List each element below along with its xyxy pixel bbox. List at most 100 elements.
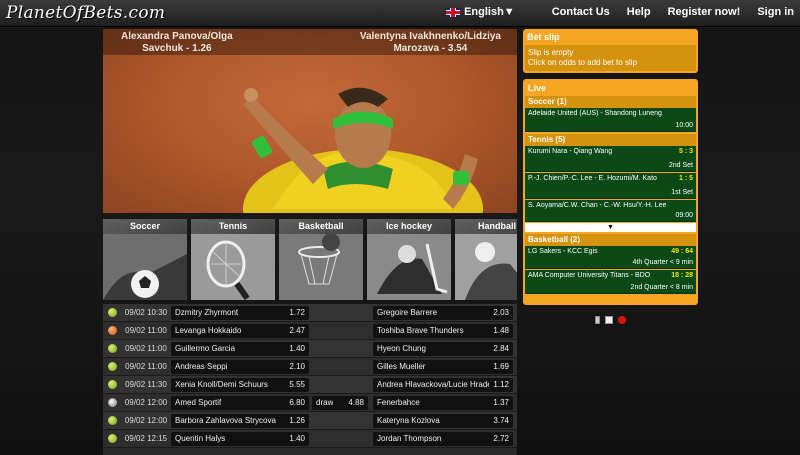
basketball-hoop-icon (279, 234, 363, 300)
sport-tile-soccer[interactable]: Soccer (103, 219, 187, 300)
table-row: 09/02 11:00 Guillermo Garcia 1.40 Hyeon C… (103, 340, 517, 358)
away-odds-button[interactable]: Gilles Mueller 1.69 (373, 360, 513, 374)
chevron-down-icon: ▼ (503, 6, 515, 18)
tennis-ball-icon (108, 344, 117, 353)
away-odds-button[interactable]: Gregoire Barrere 2.03 (373, 306, 513, 320)
table-row: 09/02 10:30 Dzmitry Zhyrmont 1.72 Gregoir… (103, 304, 517, 322)
featured-match-banner[interactable]: Alexandra Panova/Olga Savchuk - 1.26 Val… (103, 29, 517, 213)
handball-icon (455, 234, 517, 300)
away-odds: 3.74 (493, 416, 509, 425)
sport-tile-label: Handball (455, 219, 517, 234)
register-link[interactable]: Register now! (668, 6, 741, 18)
sport-tile-basketball[interactable]: Basketball (279, 219, 363, 300)
live-event-name: P.-J. Chien/P.-C. Lee - E. Hozumi/M. Kat… (528, 175, 657, 182)
live-event-time: 10:00 (675, 122, 693, 129)
away-odds: 1.12 (493, 380, 509, 389)
tennis-ball-icon (108, 380, 117, 389)
away-odds-button[interactable]: Andrea Hlavackova/Lucie Hradecka 1.12 (373, 378, 513, 392)
tennis-player-image (243, 87, 483, 213)
events-list: 09/02 10:30 Dzmitry Zhyrmont 1.72 Gregoir… (103, 304, 517, 455)
away-name: Hyeon Chung (377, 344, 426, 353)
away-name: Gregoire Barrere (377, 308, 438, 317)
table-row: 09/02 12:15 Quentin Halys 1.40 Jordan Tho… (103, 430, 517, 448)
home-odds: 2.10 (289, 362, 305, 371)
home-team-odds-value: Savchuk - 1.26 (142, 43, 212, 54)
live-events-panel: Live Soccer (1) Adelaide United (AUS) - … (523, 79, 698, 305)
device-icons (595, 316, 631, 324)
away-odds-button[interactable]: Jordan Thompson 2.72 (373, 432, 513, 446)
live-event-row[interactable]: P.-J. Chien/P.-C. Lee - E. Hozumi/M. Kat… (525, 173, 696, 199)
home-odds-button[interactable]: Levanga Hokkaido 2.47 (171, 324, 309, 338)
bet-slip-title: Bet slip (527, 32, 560, 42)
tablet-icon[interactable] (605, 316, 613, 324)
home-name: Xenia Knoll/Demi Schuurs (175, 380, 268, 389)
bet-slip-body: Slip is empty Click on odds to add bet t… (525, 45, 696, 71)
away-name: Gilles Mueller (377, 362, 426, 371)
sport-categories: Soccer Tennis Basketball Ice hockey Hand… (103, 219, 517, 300)
tennis-racket-icon (191, 234, 275, 300)
away-odds-button[interactable]: Hyeon Chung 2.84 (373, 342, 513, 356)
language-selector[interactable]: English ▼ (446, 6, 515, 18)
sport-tile-handball[interactable]: Handball (455, 219, 517, 300)
away-odds-button[interactable]: Toshiba Brave Thunders 1.48 (373, 324, 513, 338)
home-odds-button[interactable]: Barbora Zahlavova Strycova 1.26 (171, 414, 309, 428)
bet-slip-empty-text: Slip is empty (528, 48, 574, 57)
away-name: Kateryna Kozlova (377, 416, 440, 425)
site-logo[interactable]: PlanetOfBets.com (6, 3, 165, 23)
hero-caption: Alexandra Panova/Olga Savchuk - 1.26 Val… (103, 29, 517, 55)
away-odds: 1.48 (493, 326, 509, 335)
away-team-name: Valentyna Ivakhnenko/Lidziya (359, 31, 501, 42)
show-more-arrow-icon[interactable]: ▼ (525, 223, 696, 232)
table-row: 09/02 12:00 Barbora Zahlavova Strycova 1.… (103, 412, 517, 430)
home-odds-button[interactable]: Andreas Seppi 2.10 (171, 360, 309, 374)
sign-in-link[interactable]: Sign in (757, 6, 794, 18)
event-date: 09/02 11:30 (125, 380, 167, 389)
draw-odds-button[interactable]: draw 4.88 (312, 396, 368, 410)
record-icon[interactable] (618, 316, 626, 324)
away-odds-button[interactable]: Fenerbahce 1.37 (373, 396, 513, 410)
home-odds-button[interactable]: Dzmitry Zhyrmont 1.72 (171, 306, 309, 320)
tennis-ball-icon (108, 416, 117, 425)
home-name: Quentin Halys (175, 434, 226, 443)
home-odds-button[interactable]: Xenia Knoll/Demi Schuurs 5.55 (171, 378, 309, 392)
table-row: 09/02 12:00 Amed Sportif 6.80 draw 4.88 Fe… (103, 394, 517, 412)
home-odds-button[interactable]: Amed Sportif 6.80 (171, 396, 309, 410)
tennis-ball-icon (108, 434, 117, 443)
live-event-time: 09:00 (675, 212, 693, 219)
mobile-icon[interactable] (595, 316, 600, 324)
live-event-row[interactable]: Adelaide United (AUS) - Shandong Luneng … (525, 108, 696, 132)
live-group-soccer[interactable]: Soccer (1) (525, 96, 696, 108)
tennis-ball-icon (108, 308, 117, 317)
live-event-score: 18 : 28 (671, 272, 693, 279)
sport-tile-ice-hockey[interactable]: Ice hockey (367, 219, 451, 300)
live-title: Live (528, 83, 547, 93)
live-event-time: 2nd Quarter < 8 min (630, 284, 693, 291)
away-odds-button[interactable]: Kateryna Kozlova 3.74 (373, 414, 513, 428)
help-link[interactable]: Help (627, 6, 651, 18)
event-date: 09/02 12:00 (124, 398, 168, 407)
live-event-time: 2nd Set (668, 162, 693, 169)
sport-tile-tennis[interactable]: Tennis (191, 219, 275, 300)
table-row: 09/02 11:30 Xenia Knoll/Demi Schuurs 5.55… (103, 376, 517, 394)
home-odds-button[interactable]: Guillermo Garcia 1.40 (171, 342, 309, 356)
home-team-name: Alexandra Panova/Olga (121, 31, 233, 42)
home-odds: 5.55 (289, 380, 305, 389)
home-name: Amed Sportif (175, 398, 222, 407)
live-event-row[interactable]: Kurumi Nara - Qiang Wang 5 : 3 2nd Set (525, 146, 696, 172)
table-row: 09/02 11:00 Levanga Hokkaido 2.47 Toshiba… (103, 322, 517, 340)
live-group-basketball[interactable]: Basketball (2) (525, 234, 696, 246)
home-odds-button[interactable]: Quentin Halys 1.40 (171, 432, 309, 446)
event-date: 09/02 11:00 (125, 362, 167, 371)
away-team-odds[interactable]: Valentyna Ivakhnenko/Lidziya Marozava - … (360, 31, 501, 55)
live-event-row[interactable]: S. Aoyama/C.W. Chan - C.-W. Hsu/Y.-H. Le… (525, 200, 696, 222)
home-team-odds[interactable]: Alexandra Panova/Olga Savchuk - 1.26 (121, 31, 233, 55)
home-name: Dzmitry Zhyrmont (175, 308, 239, 317)
away-odds: 1.69 (493, 362, 509, 371)
live-event-row[interactable]: LG Sakers - KCC Egis 49 : 64 4th Quarter… (525, 246, 696, 269)
contact-us-link[interactable]: Contact Us (552, 6, 610, 18)
away-name: Fenerbahce (377, 398, 420, 407)
live-group-tennis[interactable]: Tennis (5) (525, 134, 696, 146)
away-name: Jordan Thompson (377, 434, 442, 443)
language-label: English (464, 6, 504, 18)
live-event-row[interactable]: AMA Computer University Titans - BDO 18 … (525, 270, 696, 294)
